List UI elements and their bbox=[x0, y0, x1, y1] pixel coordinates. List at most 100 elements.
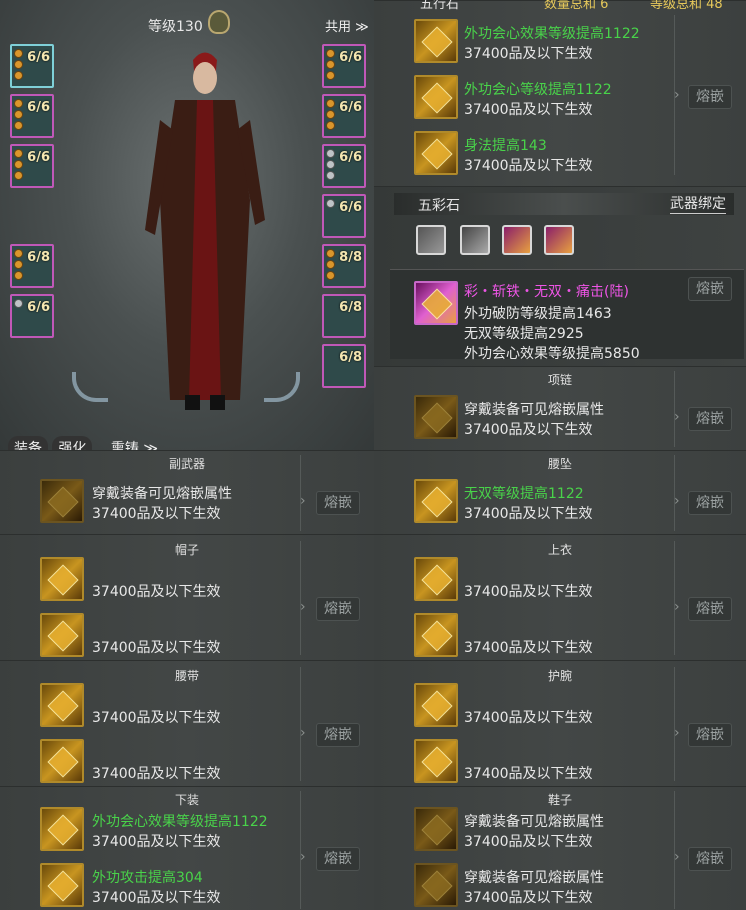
wucai-slot-icon[interactable] bbox=[544, 225, 574, 255]
stone-icon[interactable] bbox=[414, 613, 458, 657]
character-model[interactable] bbox=[135, 40, 275, 420]
stone-icon[interactable] bbox=[414, 739, 458, 783]
equip-slot-right-5[interactable]: 8/8 bbox=[322, 244, 366, 288]
stone-attr: 外功会心效果等级提高1122 bbox=[464, 26, 640, 42]
tab-equip[interactable]: 装备 bbox=[8, 436, 48, 450]
wucai-title: 五彩石 bbox=[418, 198, 460, 214]
equip-slot-right-1[interactable]: 6/6 bbox=[322, 44, 366, 88]
inlay-button[interactable]: 熔嵌 bbox=[316, 847, 360, 871]
wuxing-header: 五行石 数量总和 6 等级总和 48 bbox=[374, 0, 746, 12]
chevron-right-icon: › bbox=[674, 493, 680, 509]
inlay-button[interactable]: 熔嵌 bbox=[316, 597, 360, 621]
stone-attr: 穿戴装备可见熔嵌属性 bbox=[464, 402, 604, 418]
inlay-button[interactable]: 熔嵌 bbox=[688, 723, 732, 747]
section-title: 下装 bbox=[174, 793, 199, 807]
stone-icon[interactable] bbox=[414, 479, 458, 523]
stone-desc: 37400品及以下生效 bbox=[92, 584, 221, 600]
inlay-button[interactable]: 熔嵌 bbox=[316, 723, 360, 747]
stone-icon[interactable] bbox=[40, 613, 84, 657]
stone-desc: 37400品及以下生效 bbox=[464, 102, 593, 118]
chevron-right-icon: › bbox=[674, 599, 680, 615]
stone-slot-icon[interactable] bbox=[414, 863, 458, 907]
shoes-section: 鞋子 穿戴装备可见熔嵌属性 37400品及以下生效 穿戴装备可见熔嵌属性 374… bbox=[374, 786, 746, 910]
inlay-button[interactable]: 熔嵌 bbox=[688, 597, 732, 621]
stone-attr: 无双等级提高1122 bbox=[464, 486, 584, 502]
stone-desc: 37400品及以下生效 bbox=[464, 46, 593, 62]
equip-slot-left-1[interactable]: 6/6 bbox=[10, 44, 54, 88]
inlay-button[interactable]: 熔嵌 bbox=[688, 277, 732, 301]
stone-desc: 37400品及以下生效 bbox=[92, 710, 221, 726]
divider bbox=[674, 667, 675, 781]
stone-desc: 37400品及以下生效 bbox=[92, 834, 221, 850]
wucai-stone-name: 彩・斩铁・无双・痛击(陆) bbox=[464, 284, 629, 300]
wucai-attr-line: 外功会心效果等级提高5850 bbox=[464, 346, 640, 362]
chevron-right-icon: › bbox=[674, 849, 680, 865]
wucai-attr-line: 外功破防等级提高1463 bbox=[464, 306, 612, 322]
stone-desc: 37400品及以下生效 bbox=[464, 640, 593, 656]
pants-section: 下装 外功会心效果等级提高1122 37400品及以下生效 外功攻击提高304 … bbox=[0, 786, 374, 910]
stone-slot-icon[interactable] bbox=[40, 479, 84, 523]
inlay-button[interactable]: 熔嵌 bbox=[316, 491, 360, 515]
equip-slot-right-6[interactable]: 6/8 bbox=[322, 294, 366, 338]
equip-slot-left-5[interactable]: 6/6 bbox=[10, 294, 54, 338]
stone-desc: 37400品及以下生效 bbox=[92, 640, 221, 656]
stone-desc: 37400品及以下生效 bbox=[92, 506, 221, 522]
stone-slot-icon[interactable] bbox=[414, 395, 458, 439]
equip-slot-left-3[interactable]: 6/6 bbox=[10, 144, 54, 188]
inlay-button[interactable]: 熔嵌 bbox=[688, 85, 732, 109]
stone-icon[interactable] bbox=[40, 807, 84, 851]
stone-icon[interactable] bbox=[414, 683, 458, 727]
wucai-slot-icon[interactable] bbox=[460, 225, 490, 255]
rotate-left-icon[interactable] bbox=[72, 372, 108, 402]
share-button[interactable]: 共用 ≫ bbox=[325, 16, 369, 35]
wucai-panel: 五彩石 武器绑定 彩・斩铁・无双・痛击(陆) 外功破防等级提高1463 无双等级… bbox=[374, 186, 746, 366]
equip-slot-right-7[interactable]: 6/8 bbox=[322, 344, 366, 388]
equip-slot-left-4[interactable]: 6/8 bbox=[10, 244, 54, 288]
hat-section: 帽子 37400品及以下生效 37400品及以下生效 › 熔嵌 bbox=[0, 534, 374, 660]
top-section: 上衣 37400品及以下生效 37400品及以下生效 › 熔嵌 bbox=[374, 534, 746, 660]
inlay-button[interactable]: 熔嵌 bbox=[688, 491, 732, 515]
wucai-stone-icon[interactable] bbox=[414, 281, 458, 325]
stone-attr: 外功攻击提高304 bbox=[92, 870, 203, 886]
rank-emblem-icon bbox=[208, 10, 230, 34]
weapon-bind-label: 武器绑定 bbox=[670, 193, 726, 214]
stone-icon[interactable] bbox=[40, 863, 84, 907]
wucai-attr-line: 无双等级提高2925 bbox=[464, 326, 584, 342]
stone-icon[interactable] bbox=[40, 683, 84, 727]
stone-attr: 穿戴装备可见熔嵌属性 bbox=[464, 814, 604, 830]
section-title: 腰坠 bbox=[547, 457, 572, 471]
wuxing-count-total: 数量总和 6 bbox=[544, 0, 609, 12]
rotate-right-icon[interactable] bbox=[264, 372, 300, 402]
stone-attr: 身法提高143 bbox=[464, 138, 547, 154]
divider bbox=[300, 667, 301, 781]
stone-icon[interactable] bbox=[414, 131, 458, 175]
stone-icon[interactable] bbox=[40, 739, 84, 783]
equip-slot-right-3[interactable]: 6/6 bbox=[322, 144, 366, 188]
chevron-right-icon: › bbox=[300, 725, 306, 741]
equip-slot-right-4[interactable]: 6/6 bbox=[322, 194, 366, 238]
stone-desc: 37400品及以下生效 bbox=[464, 710, 593, 726]
section-title: 上衣 bbox=[547, 543, 572, 557]
equip-slot-right-2[interactable]: 6/6 bbox=[322, 94, 366, 138]
section-title: 项链 bbox=[547, 373, 572, 387]
wucai-slot-icon[interactable] bbox=[502, 225, 532, 255]
stone-desc: 37400品及以下生效 bbox=[464, 158, 593, 174]
stone-slot-icon[interactable] bbox=[414, 807, 458, 851]
stone-desc: 37400品及以下生效 bbox=[92, 890, 221, 906]
wucai-slot-icon[interactable] bbox=[416, 225, 446, 255]
section-title: 帽子 bbox=[174, 543, 199, 557]
stone-desc: 37400品及以下生效 bbox=[464, 506, 593, 522]
inlay-button[interactable]: 熔嵌 bbox=[688, 407, 732, 431]
stone-attr: 穿戴装备可见熔嵌属性 bbox=[92, 486, 232, 502]
stone-attr: 外功会心效果等级提高1122 bbox=[92, 814, 268, 830]
stone-icon[interactable] bbox=[414, 557, 458, 601]
tab-cast[interactable]: 熏铸 ≫ bbox=[105, 436, 164, 450]
stone-icon[interactable] bbox=[414, 19, 458, 63]
chevron-right-icon: › bbox=[674, 87, 680, 103]
tab-strengthen[interactable]: 强化 bbox=[52, 436, 93, 450]
inlay-button[interactable]: 熔嵌 bbox=[688, 847, 732, 871]
stone-attr: 穿戴装备可见熔嵌属性 bbox=[464, 870, 604, 886]
stone-icon[interactable] bbox=[414, 75, 458, 119]
stone-icon[interactable] bbox=[40, 557, 84, 601]
equip-slot-left-2[interactable]: 6/6 bbox=[10, 94, 54, 138]
